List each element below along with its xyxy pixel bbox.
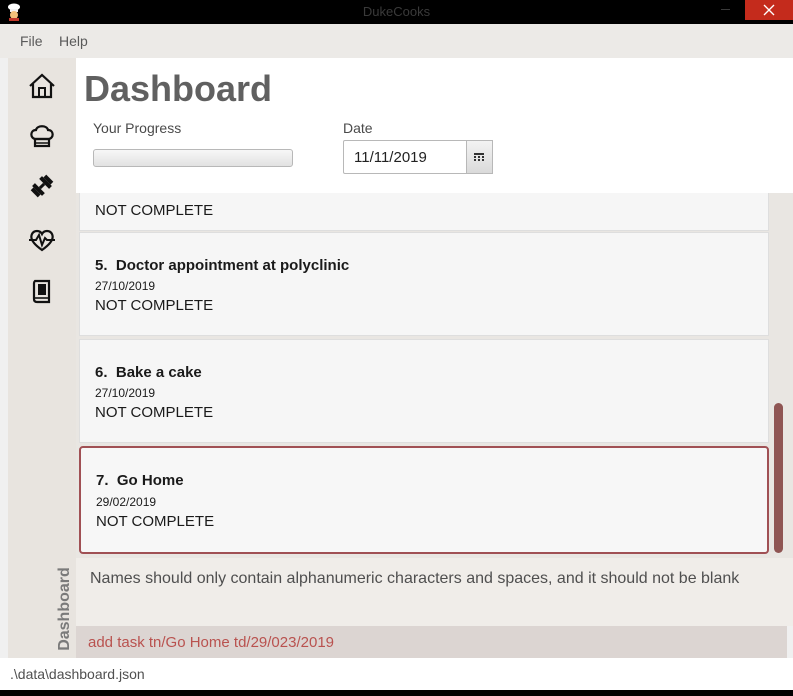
date-value: 11/11/2019 [354, 149, 427, 166]
task-date: 29/02/2019 [96, 495, 157, 509]
task-status: NOT COMPLETE [95, 297, 214, 314]
task-card-selected[interactable]: 7. Go Home 29/02/2019 NOT COMPLETE [79, 446, 769, 554]
scrollbar-thumb[interactable] [774, 403, 783, 553]
sidebar-item-diary[interactable] [28, 278, 56, 306]
menu-file[interactable]: File [20, 33, 43, 49]
dashboard-header: Dashboard Your Progress Date 11/11/2019 [76, 58, 793, 193]
chef-hat-icon [30, 125, 54, 148]
progress-label: Your Progress [93, 120, 182, 136]
dumbbell-icon [30, 174, 54, 198]
date-picker-input[interactable]: 11/11/2019 [343, 140, 467, 174]
task-date: 27/10/2019 [95, 386, 156, 400]
home-icon [29, 73, 55, 99]
calendar-button[interactable] [467, 140, 493, 174]
progress-bar [93, 149, 293, 167]
command-box[interactable]: add task tn/Go Home td/29/023/2019 [76, 626, 787, 658]
window-title: DukeCooks [362, 4, 431, 19]
book-icon [32, 279, 51, 304]
minimize-button[interactable] [712, 0, 740, 20]
sidebar-item-home[interactable] [28, 72, 56, 100]
task-list[interactable]: NOT COMPLETE 5. Doctor appointment at po… [76, 193, 793, 558]
heartbeat-icon [29, 229, 55, 252]
calendar-icon [474, 153, 484, 161]
status-bar: .\data\dashboard.json [0, 658, 793, 690]
result-display: Names should only contain alphanumeric c… [76, 558, 793, 626]
date-label: Date [343, 120, 373, 136]
sidebar-item-recipes[interactable] [28, 122, 56, 150]
command-input[interactable]: add task tn/Go Home td/29/023/2019 [88, 634, 334, 651]
title-bar: DukeCooks [0, 0, 793, 24]
sidebar-item-workout[interactable] [28, 172, 56, 200]
task-name: 6. Bake a cake [95, 364, 202, 381]
close-button[interactable] [745, 0, 793, 20]
menu-help[interactable]: Help [59, 33, 88, 49]
save-location: .\data\dashboard.json [10, 666, 145, 682]
app-window: DukeCooks File Help Dashboard Dashboard … [0, 0, 793, 696]
task-status: NOT COMPLETE [96, 513, 215, 530]
close-icon [763, 4, 775, 16]
task-status: NOT COMPLETE [95, 202, 214, 219]
window-border [0, 690, 793, 696]
task-card[interactable]: 6. Bake a cake 27/10/2019 NOT COMPLETE [79, 339, 769, 443]
sidebar-item-health[interactable] [28, 226, 56, 254]
task-name: 5. Doctor appointment at polyclinic [95, 257, 350, 274]
task-date: 27/10/2019 [95, 279, 156, 293]
result-message: Names should only contain alphanumeric c… [90, 570, 740, 587]
page-title: Dashboard [84, 68, 273, 109]
menu-bar: File Help [0, 24, 793, 58]
task-card[interactable]: 5. Doctor appointment at polyclinic 27/1… [79, 232, 769, 336]
task-status: NOT COMPLETE [95, 404, 214, 421]
task-card[interactable]: NOT COMPLETE [79, 193, 769, 231]
task-name: 7. Go Home [96, 472, 184, 489]
